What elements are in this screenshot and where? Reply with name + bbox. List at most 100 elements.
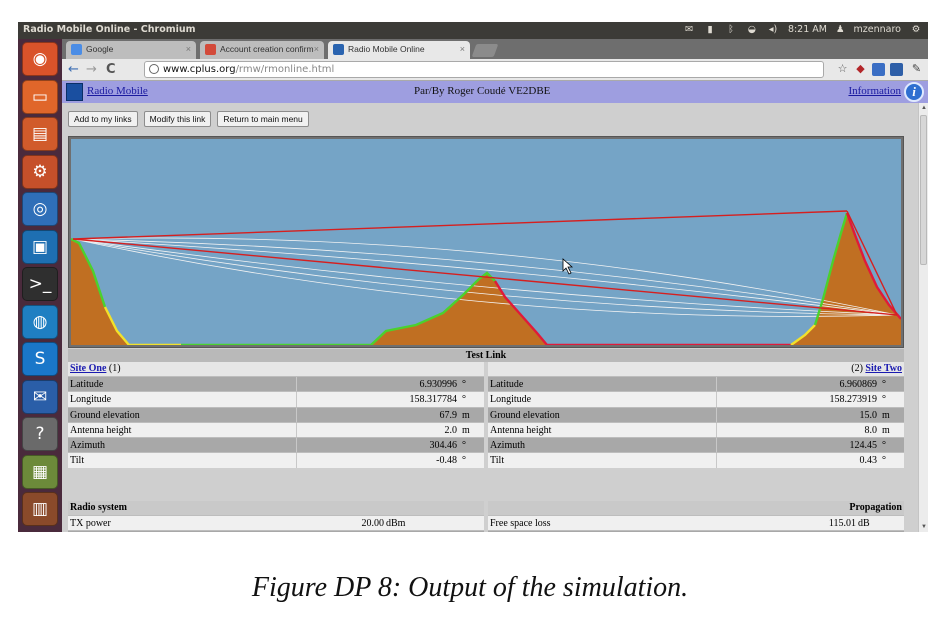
propagation-table: Propagation Free space loss115.01dBObstu… [488,501,904,532]
row-unit: ° [462,440,466,452]
row-value: 304.46 [429,440,458,452]
table-row: Longitude 158.273919 ° [488,391,904,407]
wrench-icon[interactable]: ✎ [910,63,923,76]
table-row: TX line loss 3.00dB [68,530,484,532]
screenshot: Radio Mobile Online - Chromium ✉ ▮ ᛒ ◒ ◂… [18,22,928,532]
chat-icon-glyph: ◍ [32,311,48,332]
thunderbird-icon[interactable]: ✉ [22,379,58,414]
propagation-rows: Free space loss 115.01 dB Obstuction loss 75… [488,515,904,532]
files-icon[interactable]: ▭ [22,79,58,114]
column-divider [296,422,297,438]
site-two-rows: Latitude 6.960869 ° Longitude 158.273919 ° Gro… [488,376,904,468]
trash-icon[interactable]: ▥ [22,492,58,526]
tab-google[interactable]: Google × [66,41,196,59]
gear-icon[interactable]: ⚙ [910,24,922,35]
remote-desktop-icon[interactable]: ▣ [22,229,58,264]
skype-icon[interactable]: S [22,342,58,376]
row-unit: m [462,409,470,421]
info-icon[interactable]: i [904,82,924,102]
row-label: Latitude [70,379,104,390]
settings-icon-glyph: ⚙ [32,161,48,182]
remote-desktop-icon-glyph: ▣ [31,236,49,257]
site-two-link[interactable]: Site Two [865,363,902,374]
row-unit: m [882,409,890,421]
scroll-thumb[interactable] [920,115,927,265]
site-two-number: (2) [851,363,863,374]
row-value: 2.0 [444,424,458,436]
tab-radio-mobile-online[interactable]: Radio Mobile Online × [328,41,470,59]
extension-icon[interactable]: ◆ [854,63,867,76]
calendar-extension-icon[interactable] [872,63,885,76]
scroll-up-icon[interactable]: ▲ [920,104,928,112]
launcher: ◉ ▭ ▤ ⚙ ◎ ▣ >_ ◍ S ✉? ▦ ▥ [18,39,62,532]
back-icon[interactable]: ← [68,62,79,77]
row-label: Azimuth [490,440,525,452]
google-favicon-icon [71,44,82,55]
close-icon[interactable]: × [186,44,191,54]
column-divider [716,453,717,468]
column-divider [716,392,717,407]
chromium-icon[interactable]: ◎ [22,192,58,226]
new-tab-button[interactable] [471,44,499,57]
close-icon[interactable]: × [314,44,319,54]
address-bar[interactable]: www.cplus.org/rmw/rmonline.html [144,61,824,78]
return-to-main-menu-button[interactable]: Return to main menu [217,111,309,127]
scroll-down-icon[interactable]: ▼ [920,523,928,531]
forward-icon[interactable]: → [86,62,97,77]
row-label: Ground elevation [70,409,140,421]
dash-icon[interactable]: ◉ [22,42,58,76]
help-icon[interactable]: ? [22,417,58,451]
row-unit: ° [462,379,466,390]
row-value: 6.930996 [419,379,458,390]
site-one-link[interactable]: Site One [70,363,106,374]
trash-icon-glyph: ▥ [31,499,49,519]
site-two-table: (2) Site Two Latitude 6.960869 ° Longitude 1… [488,362,904,468]
app-icon-glyph: ▤ [31,124,49,144]
column-divider [296,453,297,468]
url-host: www.cplus.org [163,64,236,75]
radio-mobile-link[interactable]: Radio Mobile [87,85,148,97]
page-icon [149,64,159,74]
battery-icon[interactable]: ▮ [704,24,716,35]
volume-icon[interactable]: ◂) [767,24,779,35]
modify-link-button[interactable]: Modify this link [143,111,212,127]
clock[interactable]: 8:21 AM [788,24,827,35]
row-value: 115.01 [828,518,856,529]
table-row: Latitude 6.930996 ° [68,376,484,392]
row-label: Latitude [490,379,524,390]
table-row: Azimuth 304.46 ° [68,437,484,453]
skype-icon-glyph: S [34,349,46,369]
information-link[interactable]: Information [848,85,901,97]
link-profile-plot [71,139,901,345]
row-unit: dB [858,531,870,532]
tab-account-creation[interactable]: Account creation confirm × [200,41,324,59]
user-name[interactable]: mzennaro [854,24,901,35]
row-label: Tilt [490,455,505,467]
row-label: Free space loss [490,518,551,529]
bookmark-star-icon[interactable]: ☆ [836,63,849,76]
add-to-my-links-button[interactable]: Add to my links [68,111,138,127]
site-one-rows: Latitude 6.930996 ° Longitude 158.317784 ° Gro… [68,376,484,468]
bluetooth-icon[interactable]: ᛒ [725,24,737,35]
table-row: Tilt 0.43 ° [488,452,904,468]
settings-icon[interactable]: ⚙ [22,154,58,189]
network-icon[interactable]: ◒ [746,24,758,35]
system-tray: ✉ ▮ ᛒ ◒ ◂) 8:21 AM ♟ mzennaro ⚙ [683,24,922,35]
reload-icon[interactable]: C [106,62,116,77]
chat-icon[interactable]: ◍ [22,304,58,339]
mail-icon[interactable]: ✉ [683,24,695,35]
close-icon[interactable]: × [460,44,465,54]
terminal-icon[interactable]: >_ [22,267,58,301]
row-label: Tilt [70,455,85,467]
window-title: Radio Mobile Online - Chromium [23,24,196,35]
row-unit: ° [882,440,886,452]
page-scrollbar[interactable]: ▲ ▼ [918,103,928,532]
workspaces-icon-glyph: ▦ [31,461,49,482]
workspaces-icon[interactable]: ▦ [22,454,58,489]
row-unit: dB [386,531,398,532]
notifications-extension-icon[interactable] [890,63,903,76]
app-icon[interactable]: ▤ [22,117,58,151]
row-unit: ° [882,379,886,390]
url-path: /rmw/rmonline.html [235,64,335,75]
table-row: Latitude 6.960869 ° [488,376,904,392]
